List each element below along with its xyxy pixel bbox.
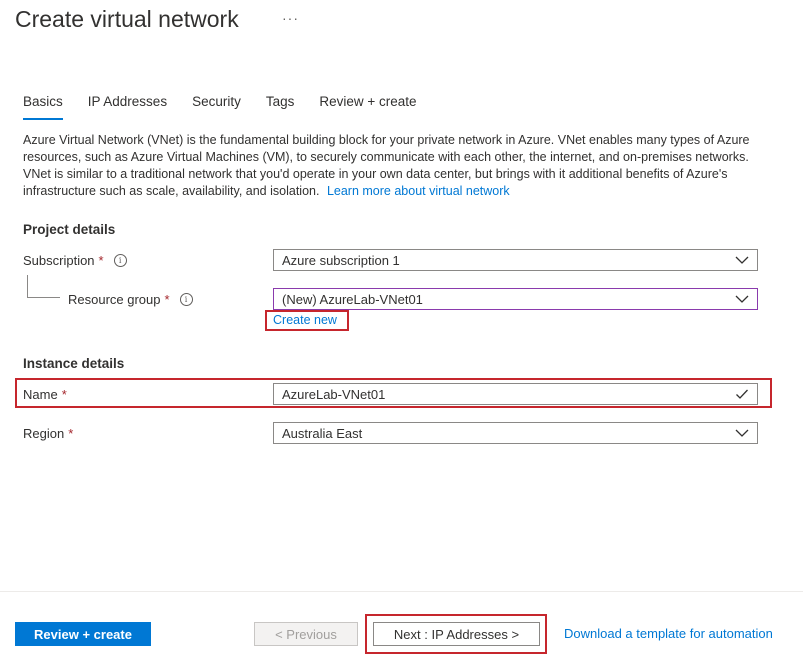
resource-group-dropdown[interactable]: (New) AzureLab-VNet01	[273, 288, 758, 310]
footer-divider	[0, 591, 803, 592]
instance-details-heading: Instance details	[23, 356, 125, 371]
tab-tags[interactable]: Tags	[266, 94, 295, 122]
chevron-down-icon	[735, 256, 749, 264]
highlight-create-new	[265, 310, 349, 331]
highlight-next-button	[365, 614, 547, 654]
required-marker: *	[164, 292, 170, 307]
subscription-value: Azure subscription 1	[282, 252, 400, 268]
project-details-heading: Project details	[23, 222, 116, 237]
chevron-down-icon	[735, 295, 749, 303]
required-marker: *	[98, 253, 104, 268]
required-marker: *	[68, 426, 74, 441]
region-label: Region *	[23, 426, 73, 441]
resource-group-value: (New) AzureLab-VNet01	[282, 291, 423, 307]
subscription-label-text: Subscription	[23, 253, 95, 268]
highlight-name-row	[15, 378, 772, 408]
download-template-link[interactable]: Download a template for automation	[564, 626, 773, 641]
region-value: Australia East	[282, 425, 363, 441]
description: Azure Virtual Network (VNet) is the fund…	[23, 132, 763, 200]
review-create-button[interactable]: Review + create	[15, 622, 151, 646]
resource-group-label: Resource group * i	[68, 292, 193, 307]
tree-connector-vertical	[27, 275, 28, 297]
tab-security[interactable]: Security	[192, 94, 241, 122]
chevron-down-icon	[735, 429, 749, 437]
page-title: Create virtual network	[15, 6, 239, 32]
subscription-dropdown[interactable]: Azure subscription 1	[273, 249, 758, 271]
tab-ip-addresses[interactable]: IP Addresses	[88, 94, 167, 122]
tab-basics[interactable]: Basics	[23, 94, 63, 122]
more-options-icon[interactable]: ···	[282, 10, 299, 26]
info-icon[interactable]: i	[113, 254, 127, 267]
info-icon[interactable]: i	[179, 293, 193, 306]
resource-group-label-text: Resource group	[68, 292, 161, 307]
previous-button: < Previous	[254, 622, 358, 646]
tab-bar: Basics IP Addresses Security Tags Review…	[23, 94, 442, 122]
tab-review-create[interactable]: Review + create	[319, 94, 416, 122]
subscription-label: Subscription * i	[23, 253, 127, 268]
region-label-text: Region	[23, 426, 65, 441]
region-dropdown[interactable]: Australia East	[273, 422, 758, 444]
learn-more-link[interactable]: Learn more about virtual network	[327, 184, 510, 198]
tree-connector-horizontal	[27, 297, 60, 298]
